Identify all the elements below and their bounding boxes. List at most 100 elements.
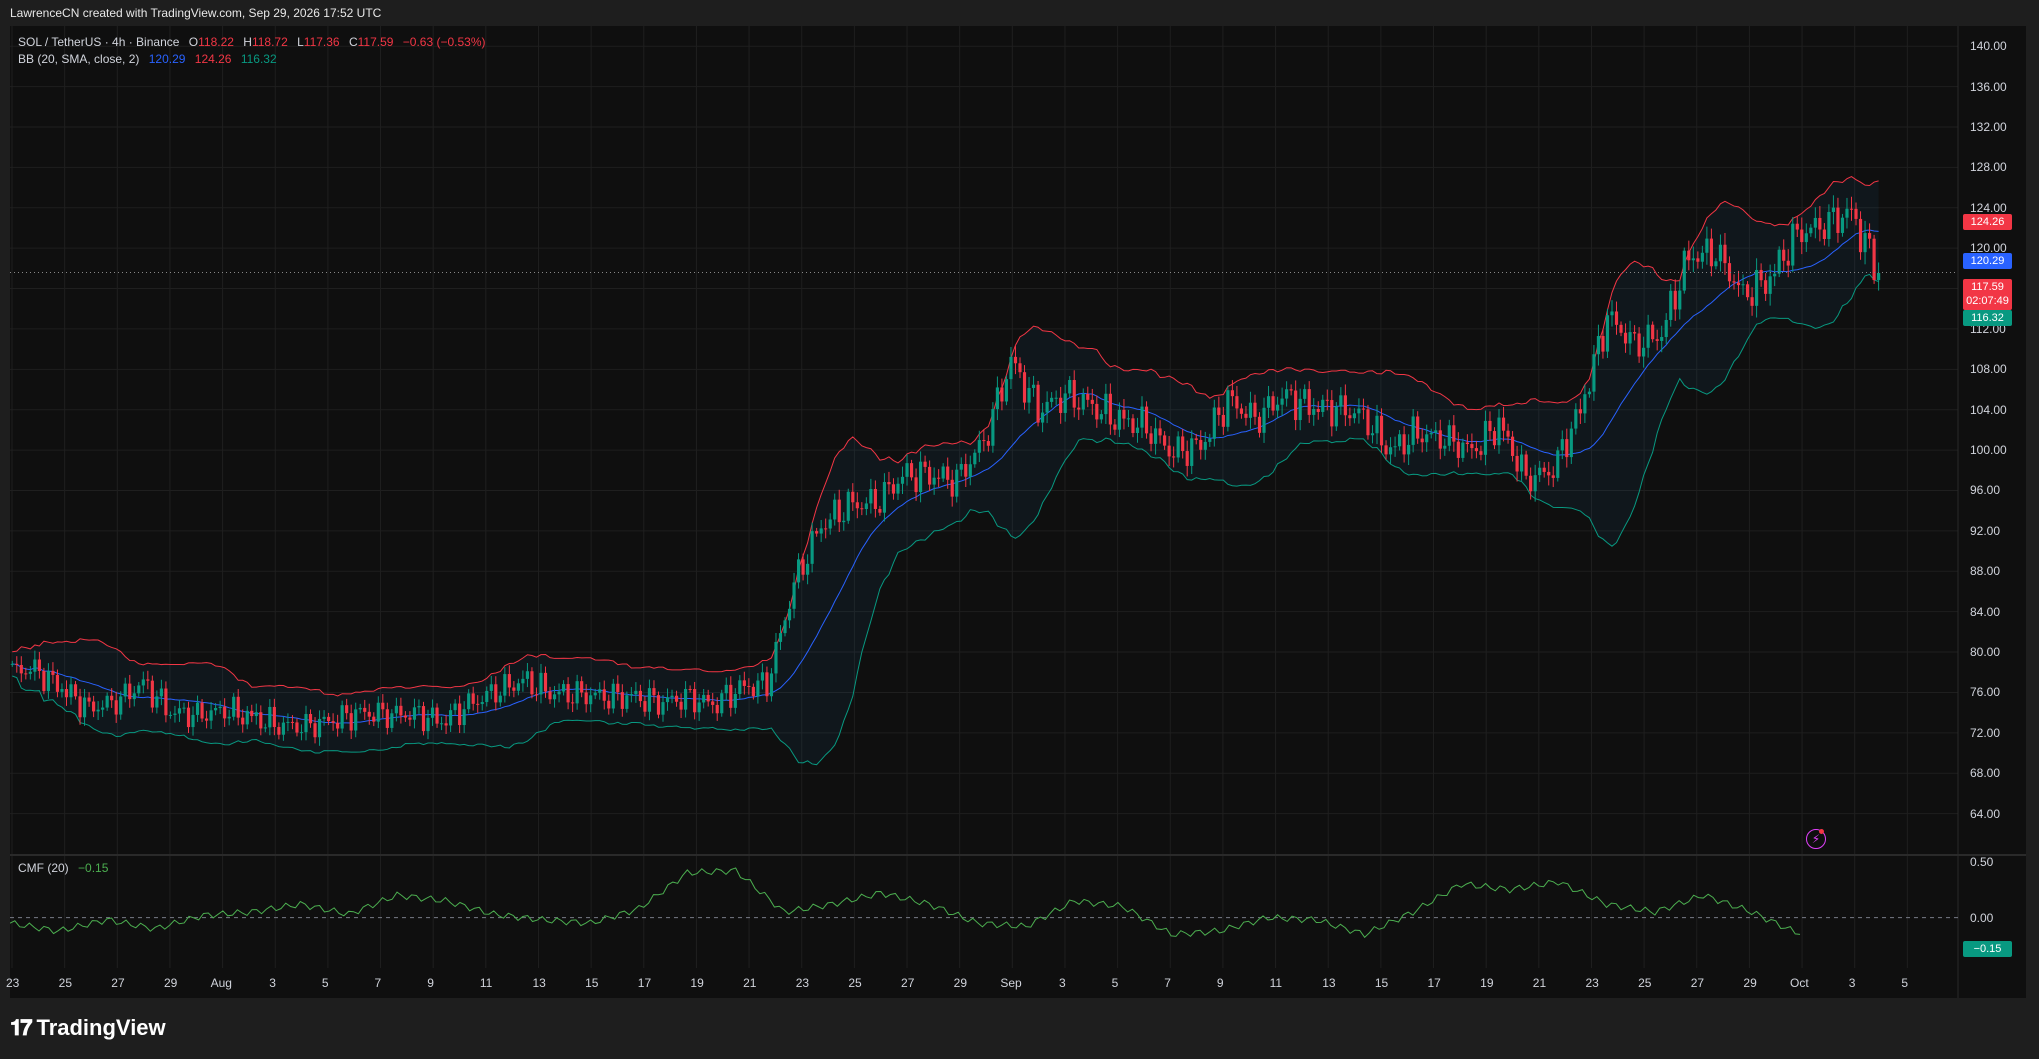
time-tick-label: 5 [1901, 976, 1909, 990]
candle-body [87, 697, 91, 702]
candle-body [1104, 393, 1108, 415]
candle-body [1384, 445, 1388, 455]
candle-body [381, 702, 385, 710]
candle-body [1515, 455, 1519, 472]
time-tick-label: 27 [111, 976, 125, 990]
candle-body [1176, 436, 1180, 458]
price-tick-label: 100.00 [1970, 443, 2007, 458]
cmf-label[interactable]: CMF (20) [18, 861, 69, 875]
candle-body [1316, 409, 1320, 412]
candle-body [1565, 439, 1569, 458]
candle-body [1018, 363, 1022, 373]
candle-body [1836, 207, 1840, 233]
candle-body [1117, 409, 1121, 430]
candle-body [1230, 390, 1234, 397]
candle-body [313, 723, 317, 738]
candle-body [647, 688, 652, 712]
candle-body [281, 722, 285, 735]
candle-body [891, 484, 896, 494]
candle-body [1587, 391, 1591, 395]
candle-body [435, 707, 439, 724]
bb-legend: BB (20, SMA, close, 2) 120.29 124.26 116… [18, 52, 277, 66]
candle-body [1388, 447, 1393, 455]
candle-body [860, 508, 864, 510]
open-label: O [188, 35, 199, 49]
bb-basis-tag: 120.29 [1963, 253, 2012, 269]
candle-body [539, 672, 543, 695]
candle-body [1867, 233, 1872, 239]
candle-body [1041, 412, 1045, 423]
notification-dot [1819, 829, 1824, 834]
candle-body [557, 691, 561, 695]
cmf-legend: CMF (20) −0.15 [18, 861, 108, 875]
candle-body [751, 686, 755, 697]
chart-frame[interactable] [10, 26, 2026, 998]
candle-body [132, 693, 136, 700]
candle-body [1009, 356, 1013, 380]
candle-body [1370, 433, 1375, 436]
candle-body [349, 713, 353, 731]
candle-body [507, 674, 511, 688]
candle-body [345, 705, 349, 714]
candle-body [1090, 399, 1094, 404]
candle-body [697, 702, 701, 713]
candle-body [1619, 324, 1623, 333]
candle-body [363, 707, 367, 712]
price-tick-label: 80.00 [1970, 645, 2001, 660]
bb-label[interactable]: BB (20, SMA, close, 2) [18, 52, 139, 66]
candle-body [516, 683, 520, 691]
candle-body [1321, 399, 1325, 412]
candle-body [1497, 417, 1501, 446]
candle-body [218, 706, 222, 708]
chart-canvas[interactable] [10, 26, 2026, 998]
candle-body [530, 671, 534, 695]
candle-body [1664, 319, 1668, 338]
candle-body [295, 722, 299, 733]
candle-body [1655, 339, 1659, 341]
time-tick-label: 27 [1690, 976, 1705, 990]
candle-body [928, 466, 932, 485]
candle-body [991, 409, 995, 446]
change-value: −0.63 (−0.53%) [402, 35, 486, 49]
candle-body [1000, 387, 1004, 402]
candle-body [729, 684, 733, 708]
time-tick-label: 13 [532, 976, 546, 990]
candle-body [177, 708, 182, 714]
candle-body [101, 707, 105, 710]
candle-body [241, 717, 245, 725]
candle-body [1736, 282, 1741, 286]
time-tick-label: 13 [1322, 976, 1336, 990]
candle-body [1352, 413, 1356, 419]
candle-body [702, 694, 706, 703]
candle-body [1759, 269, 1763, 281]
candle-body [480, 702, 484, 705]
candle-body [1420, 438, 1424, 443]
candle-body [186, 707, 191, 728]
candle-body [589, 695, 593, 705]
candle-body [458, 703, 462, 726]
candle-body [950, 479, 954, 497]
candle-body [1285, 389, 1289, 399]
candle-body [747, 685, 751, 687]
candle-body [561, 684, 566, 692]
tradingview-brand[interactable]: 𝟏𝟕 TradingView [10, 1015, 166, 1041]
high-label: H [243, 35, 252, 49]
symbol-name[interactable]: SOL / TetherUS · 4h · Binance [18, 35, 179, 49]
candle-body [1696, 258, 1700, 262]
candle-body [552, 694, 557, 700]
candle-body [290, 721, 295, 723]
candle-body [19, 664, 23, 674]
candle-body [679, 701, 683, 710]
time-tick-label: 29 [953, 976, 968, 990]
candle-body [1122, 409, 1126, 419]
time-tick-label: 7 [374, 976, 382, 990]
candle-body [1068, 380, 1072, 394]
candle-body [430, 707, 435, 718]
candle-body [105, 695, 109, 708]
candle-body [1642, 347, 1646, 357]
candle-body [1366, 409, 1370, 436]
candle-body [1438, 430, 1442, 449]
candle-body [55, 674, 60, 692]
candle-body [1235, 396, 1239, 409]
candle-body [317, 718, 322, 738]
